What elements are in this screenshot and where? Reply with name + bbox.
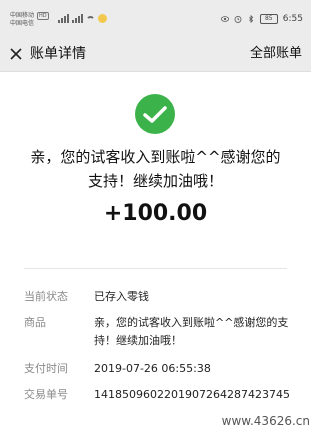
amount: +100.00 <box>103 201 208 226</box>
detail-label: 当前状态 <box>24 290 68 303</box>
income-message: 亲，您的试客收入到账啦^^感谢您的支持！继续加油哦！ <box>30 148 281 190</box>
clock-time: 6:55 <box>282 14 303 24</box>
page-title: 账单详情 <box>30 46 86 62</box>
alarm-icon <box>234 15 242 23</box>
signal-icon <box>72 14 83 23</box>
all-bills-link[interactable]: 全部账单 <box>250 45 302 63</box>
detail-label: 支付时间 <box>24 362 68 375</box>
detail-value: 1418509602201907264287423745 <box>94 388 290 401</box>
carrier-2-name: 中国电信 <box>10 20 35 27</box>
hd-badge: HD <box>37 12 49 20</box>
wifi-icon <box>86 16 95 23</box>
carrier-info: 中国移动 HD 中国电信 <box>10 12 49 28</box>
wechat-pay-success-icon <box>135 94 175 134</box>
detail-value: 亲，您的试客收入到账啦^^感谢您的支持！继续加油哦！ <box>94 316 289 347</box>
detail-value: 已存入零钱 <box>94 290 149 303</box>
status-bar: 中国移动 HD 中国电信 85 6:55 <box>0 0 311 37</box>
signal-icon <box>58 14 69 23</box>
battery-icon: 85 <box>259 14 278 24</box>
close-icon[interactable] <box>9 47 23 61</box>
bluetooth-icon <box>248 15 253 23</box>
detail-label: 商品 <box>24 316 46 329</box>
nav-bar: 账单详情 全部账单 <box>0 37 311 72</box>
system-status: 85 6:55 <box>220 14 303 24</box>
network-icons <box>58 14 107 23</box>
detail-label: 交易单号 <box>24 388 68 401</box>
divider <box>24 268 287 269</box>
watermark: www.43626.cn <box>221 414 310 428</box>
notification-emoji-icon <box>98 14 107 23</box>
detail-value: 2019-07-26 06:55:38 <box>94 362 211 375</box>
eye-icon <box>220 16 229 22</box>
carrier-1-name: 中国移动 <box>10 12 35 19</box>
